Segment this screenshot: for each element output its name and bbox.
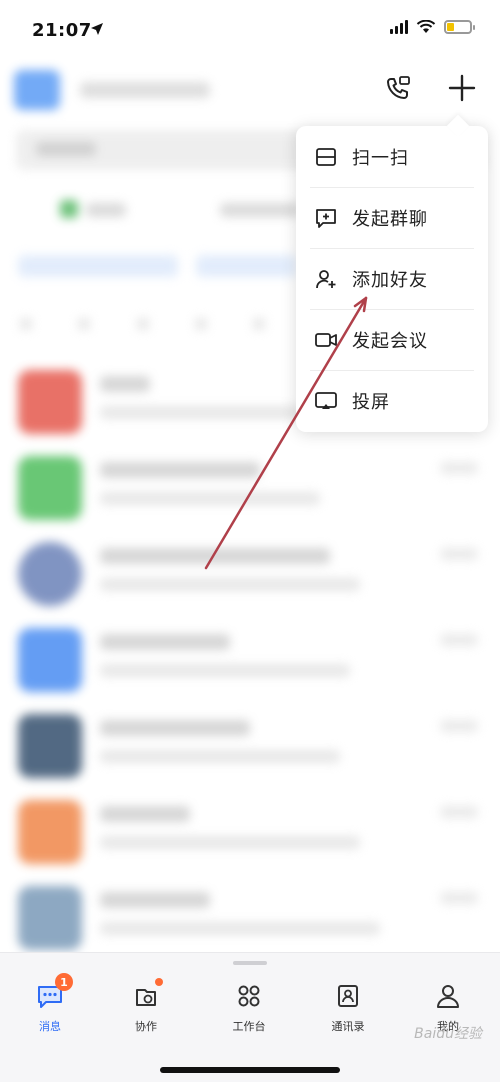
list-item [0,448,500,534]
home-indicator[interactable] [160,1067,340,1073]
tab-collaborate[interactable]: 协作 [111,978,181,1041]
filter-chip [18,255,178,277]
org-name [80,82,210,98]
list-item [0,620,500,706]
tab-label: 协作 [135,1020,157,1033]
menu-item-scan[interactable]: 扫一扫 [296,126,488,187]
screen-cast-icon [314,389,338,413]
watermark: Baidu经验 [414,1026,482,1042]
tab-contacts[interactable]: 通讯录 [313,981,383,1041]
tab-label: 消息 [39,1020,61,1033]
collaborate-icon [131,978,163,1011]
notification-dot [155,978,163,986]
menu-item-label: 发起会议 [352,330,428,352]
search-placeholder [36,142,96,156]
status-text [86,203,126,217]
menu-item-group-chat[interactable]: 发起群聊 [296,187,488,248]
tab-messages[interactable]: 1 消息 [15,973,85,1041]
message-icon: 1 [35,973,73,1011]
org-avatar [14,70,60,110]
group-chat-icon [314,206,338,230]
filter-chip [196,255,296,277]
drag-handle[interactable] [233,961,267,965]
video-meeting-icon [314,328,338,352]
menu-item-label: 添加好友 [352,269,428,291]
menu-item-label: 投屏 [352,391,390,413]
contacts-icon [333,981,363,1011]
plus-icon[interactable] [444,70,480,106]
menu-item-add-friend[interactable]: 添加好友 [296,248,488,309]
menu-item-video-meeting[interactable]: 发起会议 [296,309,488,370]
menu-item-screen-cast[interactable]: 投屏 [296,370,488,431]
status-text-2 [220,203,300,217]
workbench-icon [234,981,264,1011]
unread-badge: 1 [55,973,73,991]
scan-icon [314,145,338,169]
tab-label: 工作台 [232,1020,266,1033]
list-item [0,706,500,792]
profile-icon [433,981,463,1011]
tab-workbench[interactable]: 工作台 [214,981,284,1041]
tab-label: 通讯录 [331,1020,365,1033]
add-friend-icon [314,267,338,291]
phone-call-icon[interactable] [380,70,416,106]
menu-item-label: 扫一扫 [352,147,409,169]
status-dot [60,200,78,218]
bottom-tab-bar: 1 消息 协作 工作台 通讯录 我的 Baidu经验 [0,952,500,1082]
list-item [0,792,500,878]
menu-item-label: 发起群聊 [352,208,428,230]
list-item [0,534,500,620]
add-menu-popup: 扫一扫 发起群聊 添加好友 发起会议 投屏 [296,126,488,432]
